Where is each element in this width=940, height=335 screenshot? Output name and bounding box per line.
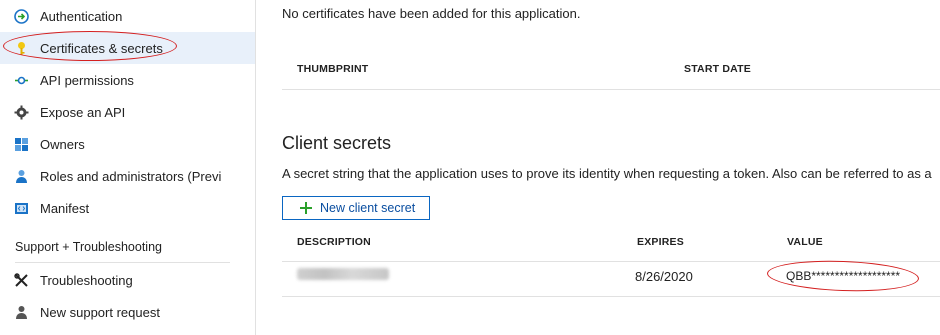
authentication-icon: [14, 9, 29, 24]
sidebar-item-authentication[interactable]: Authentication: [0, 0, 255, 32]
client-secrets-title: Client secrets: [282, 133, 392, 153]
key-icon: [14, 41, 29, 56]
divider: [282, 261, 940, 262]
plus-icon: [299, 201, 313, 215]
main-content: No certificates have been added for this…: [257, 0, 940, 335]
column-header-value[interactable]: VALUE: [787, 236, 823, 248]
sidebar-nav: Authentication Certificates & secrets AP…: [0, 0, 256, 335]
column-header-expires[interactable]: EXPIRES: [637, 236, 684, 248]
sidebar-item-new-support-request[interactable]: New support request: [0, 296, 255, 328]
sidebar-item-label: New support request: [40, 304, 160, 320]
sidebar-item-expose-api[interactable]: Expose an API: [0, 96, 255, 128]
api-permissions-icon: [14, 73, 29, 88]
cloud-gear-icon: [14, 105, 29, 120]
sidebar-item-label: Owners: [40, 136, 85, 152]
sidebar-item-label: Expose an API: [40, 104, 126, 120]
sidebar-item-api-permissions[interactable]: API permissions: [0, 64, 255, 96]
divider: [15, 262, 230, 263]
sidebar-item-label: Certificates & secrets: [40, 40, 163, 56]
divider: [282, 296, 940, 297]
sidebar-item-label: Troubleshooting: [40, 272, 133, 288]
wrench-icon: [14, 273, 29, 288]
client-secrets-description: A secret string that the application use…: [282, 166, 932, 181]
secret-value[interactable]: QBB*******************: [786, 269, 900, 283]
new-client-secret-label: New client secret: [320, 201, 416, 215]
sidebar-item-label: Roles and administrators (Previ: [40, 168, 222, 184]
column-header-start-date[interactable]: START DATE: [684, 63, 751, 75]
manifest-icon: [14, 201, 29, 216]
sidebar-item-label: Manifest: [40, 200, 90, 216]
support-section-header: Support + Troubleshooting: [15, 240, 162, 254]
sidebar-item-certificates-secrets[interactable]: Certificates & secrets: [0, 32, 255, 64]
roles-icon: [14, 169, 29, 184]
owners-icon: [14, 137, 29, 152]
sidebar-item-manifest[interactable]: Manifest: [0, 192, 255, 224]
secret-expires: 8/26/2020: [635, 269, 693, 284]
sidebar-item-owners[interactable]: Owners: [0, 128, 255, 160]
sidebar-item-roles-administrators[interactable]: Roles and administrators (Previ: [0, 160, 255, 192]
column-header-description[interactable]: DESCRIPTION: [297, 236, 371, 248]
redacted-description: [297, 268, 389, 280]
sidebar-item-label: API permissions: [40, 72, 134, 88]
new-client-secret-button[interactable]: New client secret: [282, 196, 430, 220]
divider: [282, 89, 940, 90]
certificates-empty-message: No certificates have been added for this…: [282, 6, 581, 21]
person-support-icon: [14, 305, 29, 320]
sidebar-item-troubleshooting[interactable]: Troubleshooting: [0, 264, 255, 296]
column-header-thumbprint[interactable]: THUMBPRINT: [297, 63, 368, 75]
sidebar-item-label: Authentication: [40, 8, 123, 24]
